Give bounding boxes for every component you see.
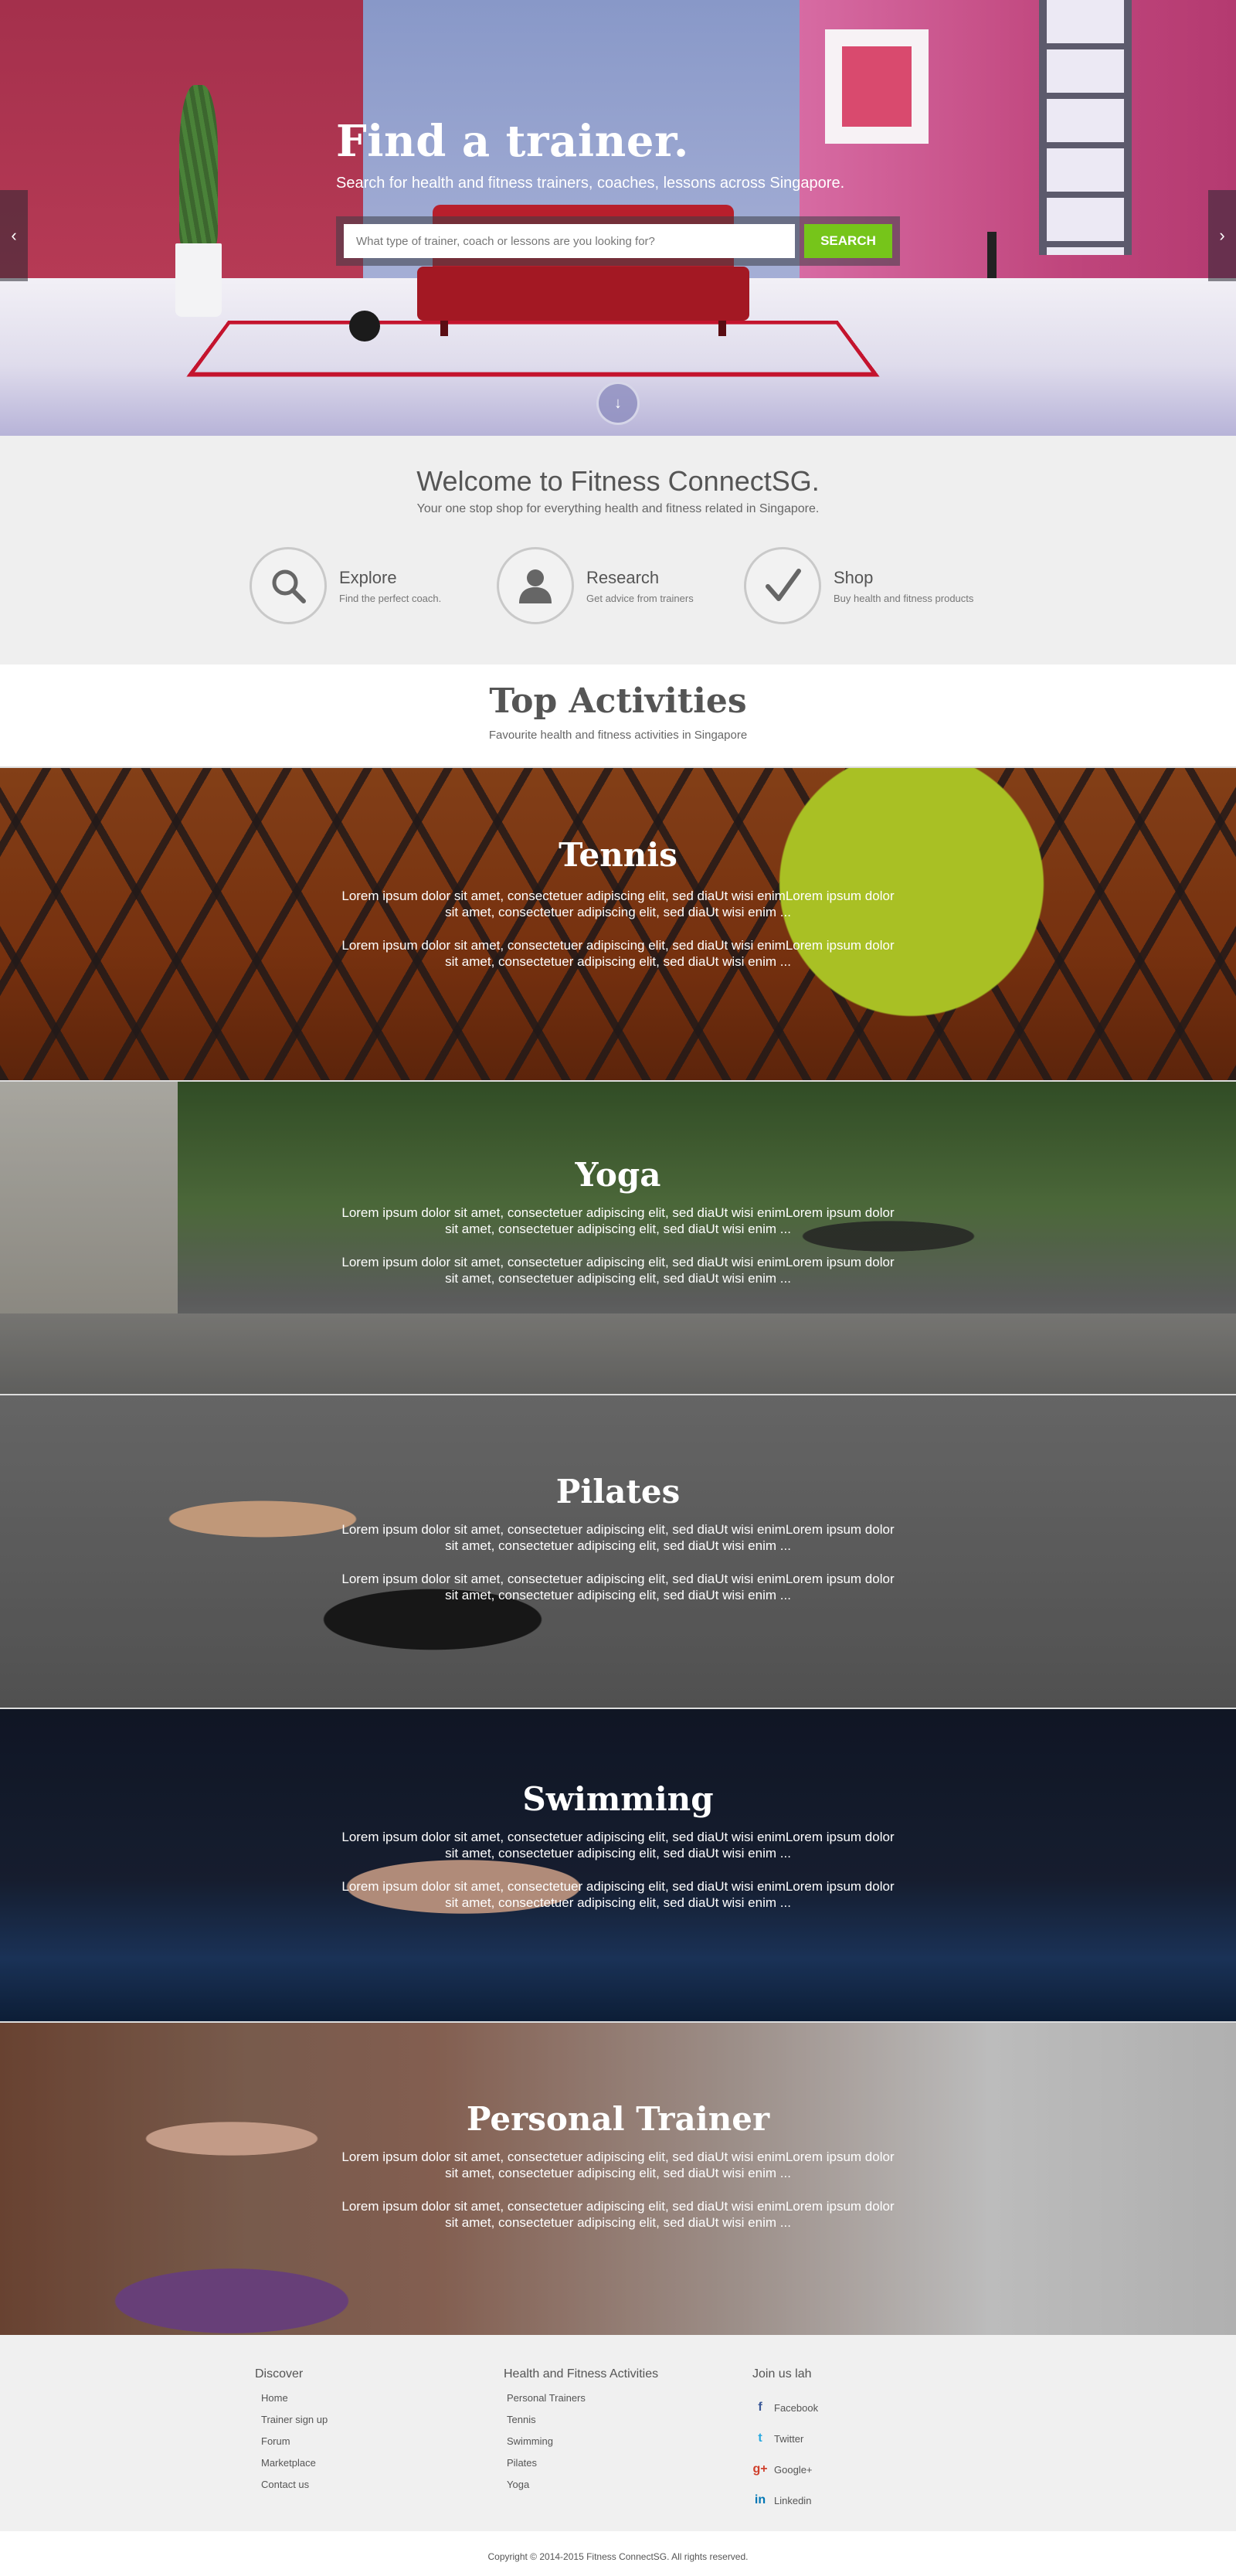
activity-personal-trainer[interactable]: Personal Trainer Lorem ipsum dolor sit a… xyxy=(0,2021,1236,2335)
footer-social-column: Join us lah f Facebook t Twitter g+ Goog… xyxy=(752,2367,818,2516)
feature-title: Research xyxy=(586,567,660,587)
activity-title: Yoga xyxy=(575,1156,661,1194)
top-activities-subtitle: Favourite health and fitness activities … xyxy=(488,729,748,742)
hero-content: Find a trainer. Search for health and fi… xyxy=(336,116,900,266)
activity-swimming[interactable]: Swimming Lorem ipsum dolor sit amet, con… xyxy=(0,1708,1236,2021)
twitter-icon: t xyxy=(758,2432,762,2445)
trainer-search-form: SEARCH xyxy=(336,216,900,266)
footer-link-home[interactable]: Home xyxy=(255,2392,328,2414)
top-activities-header: Top Activities Favourite health and fitn… xyxy=(0,664,1236,766)
feature-explore[interactable]: Explore Find the perfect coach. xyxy=(250,547,497,624)
hero-title: Find a trainer. xyxy=(336,116,689,167)
magnifier-icon xyxy=(250,547,327,624)
social-label: Facebook xyxy=(774,2401,819,2414)
footer-link-marketplace[interactable]: Marketplace xyxy=(255,2457,328,2479)
feature-description: Find the perfect coach. xyxy=(339,592,442,604)
activity-description: Lorem ipsum dolor sit amet, consectetuer… xyxy=(341,1572,895,1602)
feature-title: Explore xyxy=(339,567,397,587)
site-footer: Discover Home Trainer sign up Forum Mark… xyxy=(0,2335,1236,2531)
welcome-tagline: Your one stop shop for everything health… xyxy=(416,502,820,515)
hero-vase-image xyxy=(987,232,997,278)
top-activities-title: Top Activities xyxy=(489,681,747,721)
activity-yoga[interactable]: Yoga Lorem ipsum dolor sit amet, consect… xyxy=(0,1080,1236,1394)
activity-title: Swimming xyxy=(522,1780,714,1818)
footer-link-forum[interactable]: Forum xyxy=(255,2435,328,2457)
linkedin-icon: in xyxy=(754,2493,766,2506)
footer-link-linkedin[interactable]: in Linkedin xyxy=(752,2485,818,2516)
footer-discover-column: Discover Home Trainer sign up Forum Mark… xyxy=(255,2367,328,2500)
hero-vase-image xyxy=(349,311,380,342)
footer-link-facebook[interactable]: f Facebook xyxy=(752,2392,818,2423)
feature-description: Get advice from trainers xyxy=(586,592,694,604)
activity-description: Lorem ipsum dolor sit amet, consectetuer… xyxy=(341,2149,895,2180)
slider-prev-arrow-icon[interactable]: ‹ xyxy=(0,190,28,281)
hero-window-image xyxy=(1039,0,1132,255)
feature-title: Shop xyxy=(834,567,874,587)
trainer-search-input[interactable] xyxy=(344,224,795,258)
scroll-down-arrow-icon[interactable]: ↓ xyxy=(596,382,640,425)
activity-description: Lorem ipsum dolor sit amet, consectetuer… xyxy=(341,938,895,969)
social-label: Google+ xyxy=(774,2463,813,2476)
footer-link-yoga[interactable]: Yoga xyxy=(504,2479,658,2500)
activity-title: Personal Trainer xyxy=(466,2100,770,2138)
hero-banner: Find a trainer. Search for health and fi… xyxy=(0,0,1236,436)
social-label: Linkedin xyxy=(774,2494,812,2506)
feature-shop[interactable]: Shop Buy health and fitness products xyxy=(744,547,991,624)
activity-description: Lorem ipsum dolor sit amet, consectetuer… xyxy=(341,1255,895,1286)
activity-description: Lorem ipsum dolor sit amet, consectetuer… xyxy=(341,1522,895,1553)
footer-heading: Health and Fitness Activities xyxy=(504,2367,659,2381)
footer-link-personal-trainers[interactable]: Personal Trainers xyxy=(504,2392,658,2414)
feature-research[interactable]: Research Get advice from trainers xyxy=(497,547,744,624)
facebook-icon: f xyxy=(758,2401,762,2414)
hero-plant-image xyxy=(171,85,226,317)
activity-description: Lorem ipsum dolor sit amet, consectetuer… xyxy=(341,1205,895,1236)
footer-link-twitter[interactable]: t Twitter xyxy=(752,2423,818,2454)
footer-link-contact-us[interactable]: Contact us xyxy=(255,2479,328,2500)
search-button[interactable]: SEARCH xyxy=(804,224,892,258)
activity-pilates[interactable]: Pilates Lorem ipsum dolor sit amet, cons… xyxy=(0,1394,1236,1708)
copyright-text: Copyright © 2014-2015 Fitness ConnectSG.… xyxy=(0,2531,1236,2576)
activity-description: Lorem ipsum dolor sit amet, consectetuer… xyxy=(341,1879,895,1910)
footer-heading: Join us lah xyxy=(752,2367,812,2381)
person-icon xyxy=(497,547,574,624)
activity-title: Tennis xyxy=(559,836,677,874)
activity-description: Lorem ipsum dolor sit amet, consectetuer… xyxy=(341,889,895,919)
social-label: Twitter xyxy=(774,2432,804,2445)
footer-activities-column: Health and Fitness Activities Personal T… xyxy=(504,2367,658,2500)
hero-subtitle: Search for health and fitness trainers, … xyxy=(336,175,845,192)
footer-link-googleplus[interactable]: g+ Google+ xyxy=(752,2454,818,2485)
activity-tennis[interactable]: Tennis Lorem ipsum dolor sit amet, conse… xyxy=(0,766,1236,1080)
feature-list: Explore Find the perfect coach. Research… xyxy=(0,547,1236,624)
footer-link-trainer-sign-up[interactable]: Trainer sign up xyxy=(255,2414,328,2435)
checkmark-icon xyxy=(744,547,821,624)
slider-next-arrow-icon[interactable]: › xyxy=(1208,190,1236,281)
activity-title: Pilates xyxy=(555,1473,681,1511)
welcome-section: Welcome to Fitness ConnectSG. Your one s… xyxy=(0,436,1236,664)
feature-description: Buy health and fitness products xyxy=(834,592,974,604)
welcome-title: Welcome to Fitness ConnectSG. xyxy=(416,465,820,497)
activity-description: Lorem ipsum dolor sit amet, consectetuer… xyxy=(341,1830,895,1861)
footer-link-swimming[interactable]: Swimming xyxy=(504,2435,658,2457)
footer-link-tennis[interactable]: Tennis xyxy=(504,2414,658,2435)
activity-description: Lorem ipsum dolor sit amet, consectetuer… xyxy=(341,2199,895,2230)
googleplus-icon: g+ xyxy=(752,2462,768,2476)
footer-link-pilates[interactable]: Pilates xyxy=(504,2457,658,2479)
footer-heading: Discover xyxy=(255,2367,304,2381)
